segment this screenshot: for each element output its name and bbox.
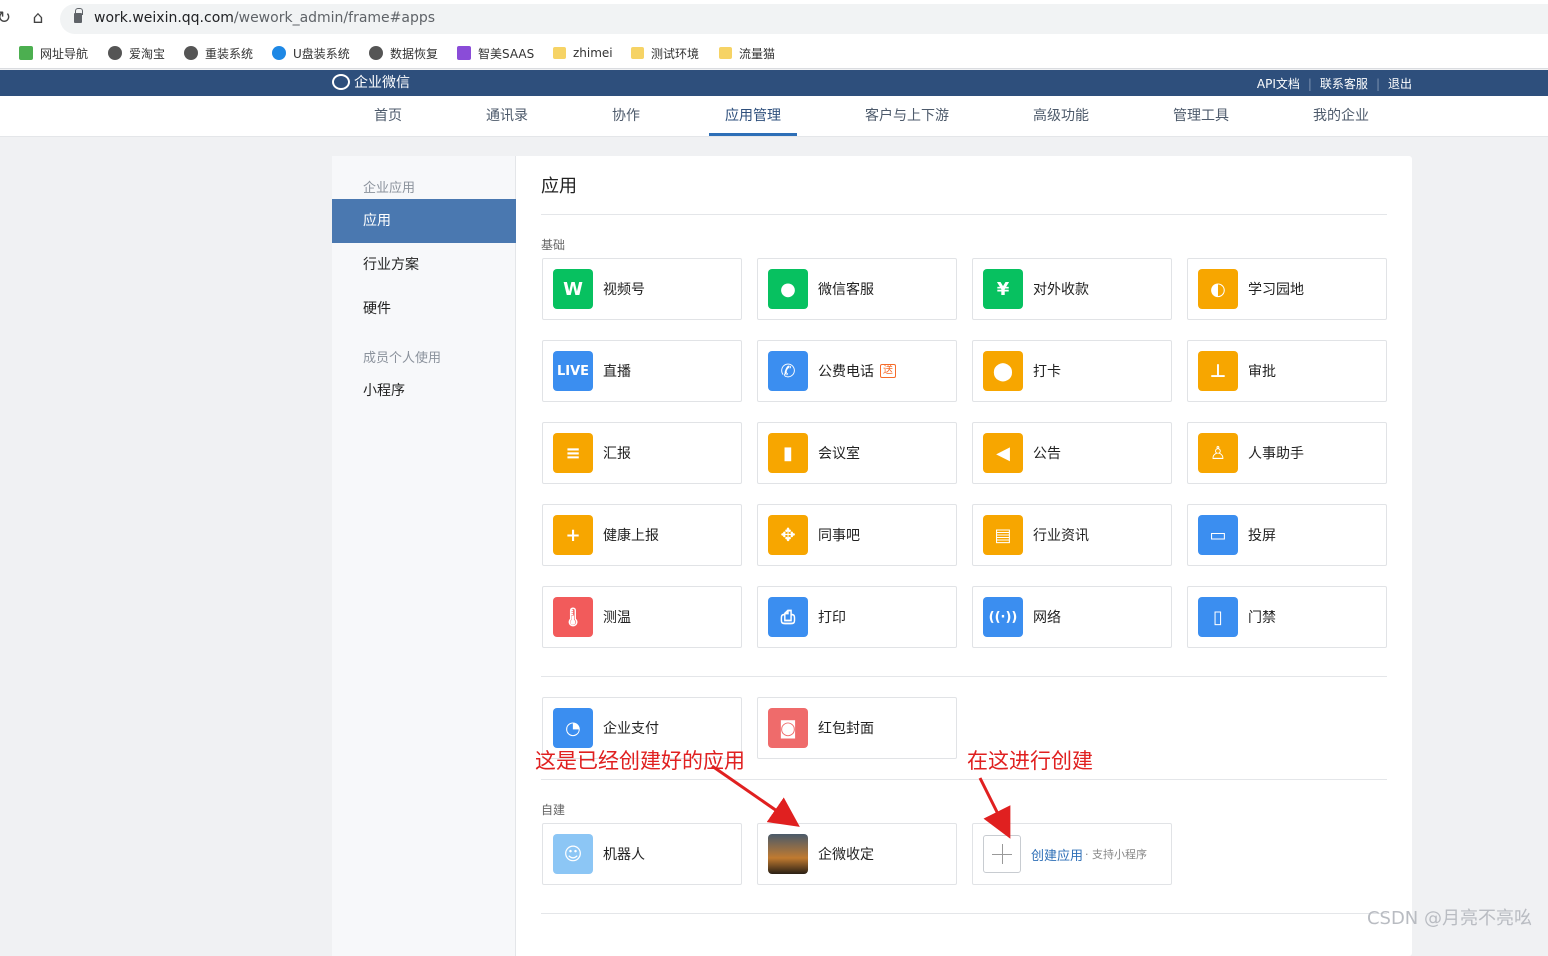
annotation-arrows	[711, 764, 1011, 839]
arrow-to-create-button	[978, 777, 1011, 839]
arrow-to-created-app	[711, 764, 800, 827]
watermark: CSDN @月亮不亮吆	[1366, 908, 1532, 929]
